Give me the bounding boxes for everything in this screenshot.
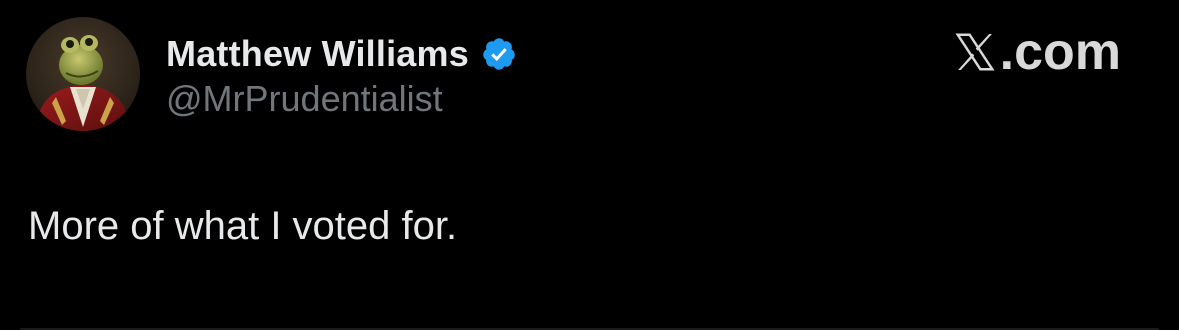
verified-badge-icon[interactable]	[481, 36, 517, 72]
author-handle[interactable]: @MrPrudentialist	[166, 78, 443, 120]
tweet-text: More of what I voted for.	[28, 204, 458, 248]
brand-suffix: .com	[999, 23, 1121, 81]
brand-watermark: .com	[952, 26, 1121, 78]
frog-portrait-avatar	[26, 17, 140, 131]
display-name[interactable]: Matthew Williams	[166, 33, 469, 75]
author-name-row[interactable]: Matthew Williams	[166, 30, 517, 78]
tweet-card: Matthew Williams @MrPrudentialist .com M…	[0, 0, 1179, 330]
avatar[interactable]	[26, 17, 140, 131]
x-logo-icon	[952, 29, 998, 75]
